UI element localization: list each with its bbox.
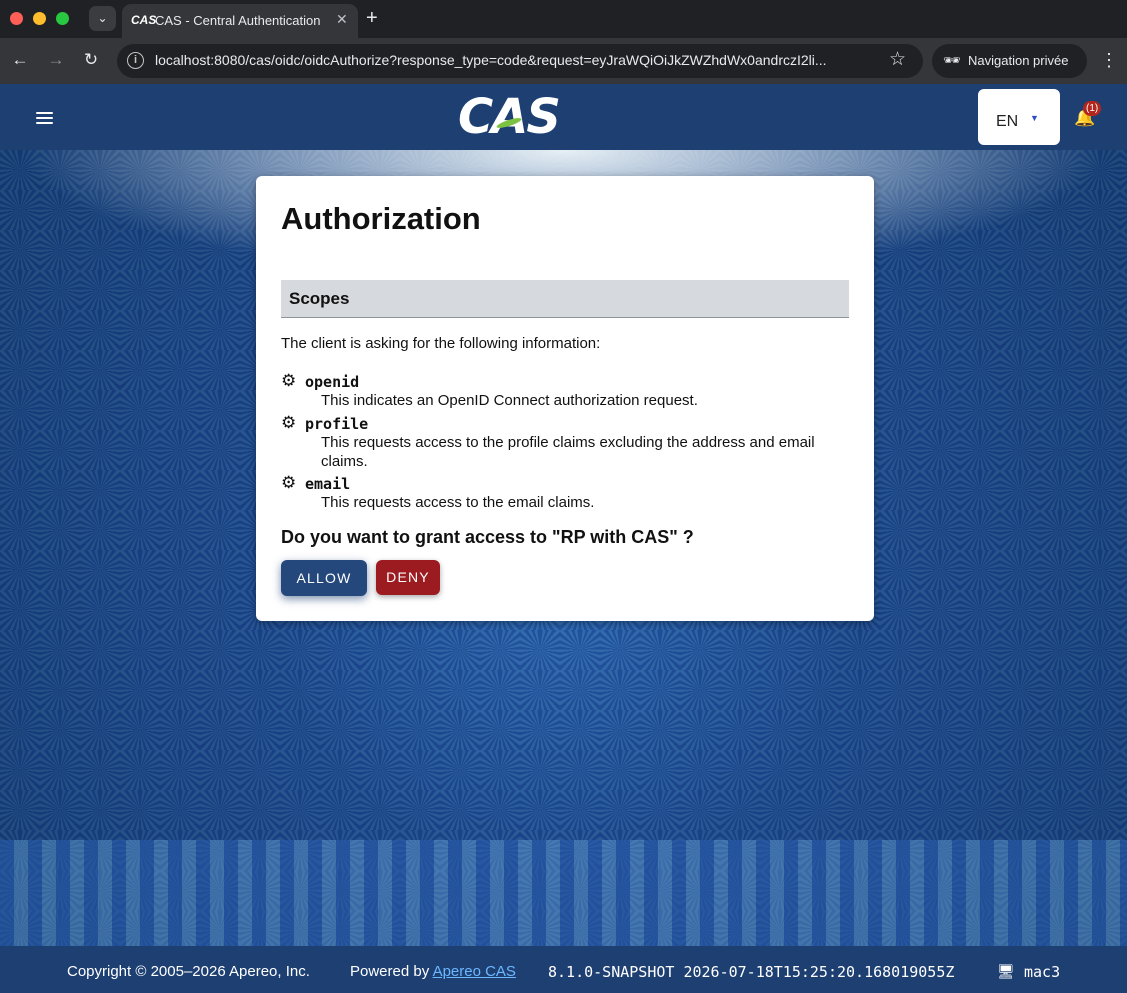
footer-copyright: Copyright © 2005–2026 Apereo, Inc. xyxy=(67,963,310,980)
cas-header: CAS EN ▼ 🔔 (1) xyxy=(0,84,1127,150)
section-title: Scopes xyxy=(289,289,350,308)
powered-by-label: Powered by xyxy=(350,963,430,980)
arrow-right-icon[interactable]: → xyxy=(45,49,67,71)
scope-name: profile xyxy=(305,415,369,433)
browser-toolbar: ← → ↻ i localhost:8080/cas/oidc/oidcAuth… xyxy=(0,38,1127,84)
star-icon[interactable]: ☆ xyxy=(889,49,906,71)
window-minimize-button[interactable] xyxy=(33,12,46,25)
cas-favicon-icon: CAS xyxy=(131,13,157,27)
window-zoom-button[interactable] xyxy=(56,12,69,25)
private-browsing-indicator[interactable]: 🕶 Navigation privée xyxy=(932,44,1087,78)
url-text[interactable]: localhost:8080/cas/oidc/oidcAuthorize?re… xyxy=(155,52,871,68)
scope-description: This requests access to the profile clai… xyxy=(321,434,815,470)
hamburger-menu-icon[interactable] xyxy=(36,112,53,124)
plus-icon[interactable]: + xyxy=(366,7,378,29)
deny-button[interactable]: DENY xyxy=(376,560,440,595)
tab-title: CAS - Central Authentication Service xyxy=(155,13,321,28)
notification-badge: (1) xyxy=(1083,101,1102,116)
info-icon[interactable]: i xyxy=(127,52,144,69)
gear-icon: ⚙ xyxy=(281,371,297,390)
language-value: EN xyxy=(996,113,1019,130)
reload-icon[interactable]: ↻ xyxy=(80,49,102,71)
scope-description: This requests access to the email claims… xyxy=(321,494,595,511)
background-tile-band xyxy=(0,840,1127,946)
gear-icon: ⚙ xyxy=(281,473,297,492)
scope-name: openid xyxy=(305,373,360,391)
page-title: Authorization xyxy=(281,201,481,236)
footer-version: 8.1.0-SNAPSHOT 2026-07-18T15:25:20.16801… xyxy=(548,963,955,981)
close-icon[interactable]: ✕ xyxy=(336,11,348,28)
scope-description: This indicates an OpenID Connect authori… xyxy=(321,392,698,409)
gear-icon: ⚙ xyxy=(281,413,297,432)
arrow-left-icon[interactable]: ← xyxy=(9,49,31,71)
intro-text: The client is asking for the following i… xyxy=(281,335,601,352)
footer-host: mac3 xyxy=(1024,963,1061,981)
browser-tab-bar: ⌄ CAS CAS - Central Authentication Servi… xyxy=(0,0,1127,38)
cas-logo-text: CAS xyxy=(458,89,561,145)
footer-powered-by: Powered by Apereo CAS xyxy=(350,963,516,980)
apereo-cas-link[interactable]: Apereo CAS xyxy=(433,963,516,980)
incognito-icon: 🕶 xyxy=(943,52,961,68)
monitor-icon: 🖥 xyxy=(997,963,1015,979)
language-select[interactable]: EN ▼ xyxy=(978,89,1060,145)
address-bar[interactable]: i localhost:8080/cas/oidc/oidcAuthorize?… xyxy=(117,44,923,78)
allow-button[interactable]: ALLOW xyxy=(281,560,367,596)
browser-tab[interactable]: CAS CAS - Central Authentication Service… xyxy=(122,4,358,38)
private-browsing-label: Navigation privée xyxy=(968,53,1069,68)
footer: Copyright © 2005–2026 Apereo, Inc. Power… xyxy=(0,946,1127,993)
caret-down-icon: ▼ xyxy=(1030,113,1039,123)
consent-question: Do you want to grant access to "RP with … xyxy=(281,527,694,547)
authorization-card: Authorization Scopes The client is askin… xyxy=(256,176,874,621)
scopes-section-header: Scopes xyxy=(281,280,849,318)
window-close-button[interactable] xyxy=(10,12,23,25)
kebab-menu-icon[interactable]: ⋮ xyxy=(1100,49,1118,71)
chevron-down-icon[interactable]: ⌄ xyxy=(89,6,116,31)
scope-name: email xyxy=(305,475,351,493)
cas-logo: CAS xyxy=(458,89,561,145)
